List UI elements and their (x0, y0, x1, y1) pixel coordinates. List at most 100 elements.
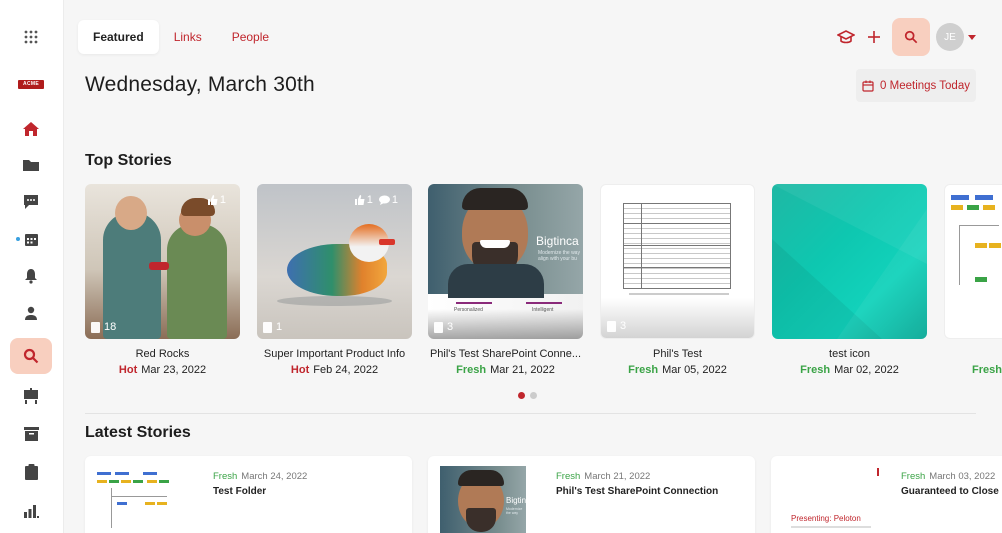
story-card[interactable]: 5 Te Fresh (944, 184, 1002, 376)
latest-story-title: Phil's Test SharePoint Connection (556, 486, 719, 497)
latest-story-date: March 21, 2022 (584, 471, 651, 482)
thumbs-up-icon (354, 195, 365, 205)
tab-featured[interactable]: Featured (78, 20, 159, 54)
story-card[interactable]: 1 18 Red Rocks Hot Mar 23, 2022 (85, 184, 240, 376)
folder-icon[interactable] (10, 147, 52, 183)
latest-story-date: March 03, 2022 (929, 471, 996, 482)
latest-stories-title: Latest Stories (85, 424, 191, 441)
story-card[interactable]: test icon Fresh Mar 02, 2022 (772, 184, 927, 376)
latest-story-card[interactable]: Fresh March 24, 2022 Test Folder (85, 456, 412, 533)
tab-links[interactable]: Links (159, 20, 217, 54)
story-thumbnail: 1 18 (85, 184, 240, 339)
status-badge: Fresh (901, 471, 926, 482)
add-icon[interactable] (860, 18, 888, 56)
thumb-overlay-subtitle: Modernize the way align with your bu (538, 250, 580, 262)
status-badge: Fresh (213, 471, 238, 482)
story-thumbnail: 3 (600, 184, 755, 339)
clipboard-icon[interactable] (10, 454, 52, 490)
latest-story-thumbnail: Presenting: Peloton (783, 466, 883, 533)
latest-story-date: March 24, 2022 (241, 471, 308, 482)
sidebar: ACME (0, 0, 64, 533)
avatar[interactable]: JE (936, 23, 964, 51)
meetings-button[interactable]: 0 Meetings Today (856, 69, 976, 102)
calendar-small-icon (862, 80, 874, 92)
search-icon[interactable] (10, 338, 52, 374)
status-badge: Fresh (800, 364, 831, 376)
page-title: Wednesday, March 30th (85, 73, 315, 96)
latest-story-meta: Fresh March 03, 2022 (901, 471, 995, 482)
company-logo: ACME (18, 80, 44, 89)
story-item-count: 3 (434, 321, 453, 333)
document-icon (263, 321, 272, 333)
story-card[interactable]: 3 Phil's Test Fresh Mar 05, 2022 (600, 184, 755, 376)
story-title: Phil's Test (653, 348, 702, 360)
home-icon[interactable] (10, 111, 52, 147)
presentation-icon[interactable] (10, 378, 52, 414)
thumb-overlay-title: Bigtinca (506, 496, 526, 505)
thumbs-up-icon (207, 195, 218, 205)
top-right-toolbar: JE (832, 18, 976, 56)
status-badge: Fresh (556, 471, 581, 482)
story-date: Feb 24, 2022 (313, 364, 379, 376)
thumb-presenting-text: Presenting: Peloton (791, 514, 861, 523)
story-item-count: 1 (263, 321, 282, 333)
status-badge: Fresh (456, 364, 487, 376)
latest-story-title: Test Folder (213, 486, 267, 497)
story-meta: Fresh (944, 364, 1002, 376)
story-card[interactable]: 1 1 1 Super Important Product Info Hot Fe… (257, 184, 412, 376)
bar-chart-icon[interactable] (10, 493, 52, 529)
story-item-count: 5 (951, 320, 970, 332)
carousel-dot-active[interactable] (518, 392, 525, 399)
bell-icon[interactable] (10, 258, 52, 294)
story-likes: 1 (207, 194, 232, 206)
latest-story-meta: Fresh March 21, 2022 (556, 471, 650, 482)
top-tabs: Featured Links People (78, 20, 284, 54)
thumb-overlay-title: Bigtinca (536, 234, 579, 248)
story-date: Mar 05, 2022 (662, 364, 727, 376)
story-meta: Fresh Mar 21, 2022 (428, 364, 583, 376)
story-item-count: 3 (607, 320, 626, 332)
apps-grid-icon[interactable] (10, 19, 52, 55)
story-title: Super Important Product Info (263, 348, 406, 360)
status-badge: Hot (290, 364, 310, 376)
latest-story-meta: Fresh March 24, 2022 (213, 471, 307, 482)
archive-icon[interactable] (10, 416, 52, 452)
story-date: Mar 21, 2022 (490, 364, 555, 376)
latest-story-title: Guaranteed to Close (901, 486, 999, 497)
notification-dot (16, 237, 20, 241)
graduation-cap-icon[interactable] (832, 18, 860, 56)
story-meta: Fresh Mar 02, 2022 (772, 364, 927, 376)
chevron-down-icon[interactable] (968, 34, 976, 40)
document-icon (951, 320, 960, 332)
story-meta: Hot Mar 23, 2022 (85, 364, 240, 376)
story-thumbnail: 5 (944, 184, 1002, 339)
latest-story-thumbnail: Bigtinca Modernize the way align with yo… (440, 466, 526, 533)
carousel-dot[interactable] (530, 392, 537, 399)
story-title: Te (944, 348, 1002, 360)
status-badge: Hot (118, 364, 138, 376)
meetings-label: 0 Meetings Today (880, 79, 970, 92)
document-icon (91, 321, 100, 333)
latest-story-card[interactable]: Bigtinca Modernize the way align with yo… (428, 456, 755, 533)
story-card[interactable]: Bigtinca Modernize the way align with yo… (428, 184, 583, 376)
story-thumbnail (772, 184, 927, 339)
tab-people[interactable]: People (217, 20, 284, 54)
person-icon[interactable] (10, 295, 52, 331)
story-date: Mar 02, 2022 (834, 364, 899, 376)
document-icon (434, 321, 443, 333)
top-stories-carousel: 1 18 Red Rocks Hot Mar 23, 2022 1 1 1 Su… (85, 184, 1002, 384)
story-meta: Hot Feb 24, 2022 (257, 364, 412, 376)
status-badge: Fresh (972, 364, 1002, 376)
chat-icon[interactable] (10, 184, 52, 220)
status-badge: Fresh (628, 364, 659, 376)
story-date: Mar 23, 2022 (141, 364, 207, 376)
story-title: test icon (829, 348, 870, 360)
search-button[interactable] (892, 18, 930, 56)
story-title: Phil's Test SharePoint Conne... (429, 348, 582, 360)
document-icon (607, 320, 616, 332)
latest-story-card[interactable]: Presenting: Peloton Fresh March 03, 2022 … (771, 456, 1002, 533)
thumb-overlay-subtitle: Modernize the way align with your bu (506, 507, 523, 515)
app-root: ACME Featured Links People JE Wednesday,… (0, 0, 1002, 533)
story-meta: Fresh Mar 05, 2022 (600, 364, 755, 376)
story-item-count: 18 (91, 321, 116, 333)
